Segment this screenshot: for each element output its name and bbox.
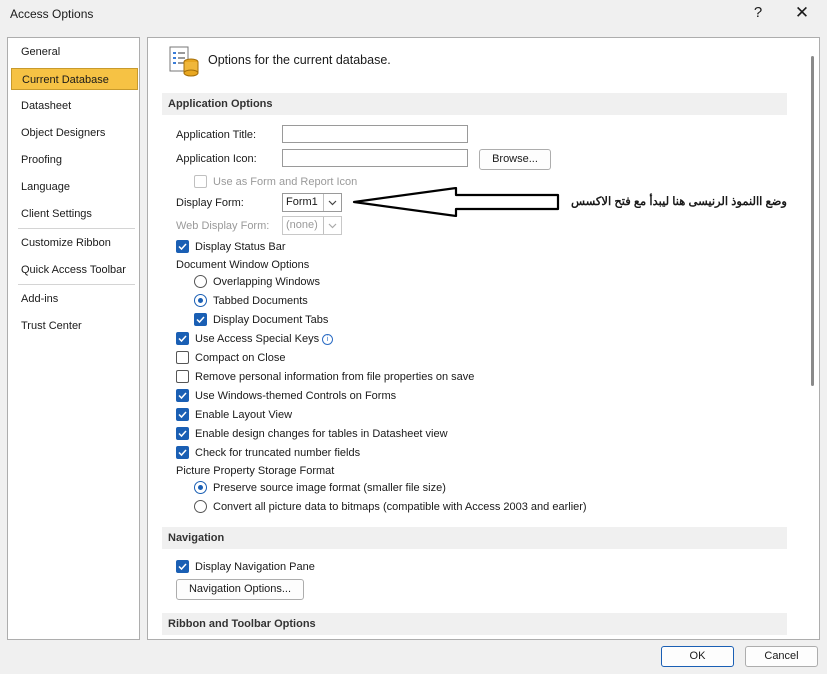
title-bar: Access Options ? ✕ <box>0 0 827 30</box>
sidebar-item-client-settings[interactable]: Client Settings <box>11 203 138 225</box>
preserve-source-radio[interactable] <box>194 481 207 494</box>
enable-design-changes-label: Enable design changes for tables in Data… <box>195 428 448 440</box>
use-access-special-keys-label: Use Access Special Keys <box>195 333 320 345</box>
navigation-options-button[interactable]: Navigation Options... <box>176 579 304 600</box>
app-icon-label: Application Icon: <box>176 153 257 165</box>
sidebar-item-current-database[interactable]: Current Database <box>11 68 138 90</box>
use-access-special-keys-row: Use Access Special Keys i <box>195 333 334 345</box>
app-title-input[interactable] <box>282 125 468 143</box>
web-display-form-select[interactable]: (none) <box>282 216 342 235</box>
app-icon-input[interactable] <box>282 149 468 167</box>
sidebar-divider <box>18 228 135 229</box>
web-display-form-value: (none) <box>286 219 318 231</box>
sidebar-item-trust-center[interactable]: Trust Center <box>11 315 138 337</box>
convert-all-radio[interactable] <box>194 500 207 513</box>
section-application-options: Application Options <box>162 93 787 115</box>
sidebar-item-customize-ribbon[interactable]: Customize Ribbon <box>11 232 138 254</box>
section-navigation: Navigation <box>162 527 787 549</box>
enable-layout-view-checkbox[interactable] <box>176 408 189 421</box>
help-icon[interactable]: ? <box>750 4 766 21</box>
check-truncated-label: Check for truncated number fields <box>195 447 361 459</box>
sidebar-divider <box>18 284 135 285</box>
use-windows-themed-label: Use Windows-themed Controls on Forms <box>195 390 397 402</box>
doc-window-options-label: Document Window Options <box>176 259 310 271</box>
browse-button[interactable]: Browse... <box>479 149 551 170</box>
display-nav-pane-checkbox[interactable] <box>176 560 189 573</box>
overlapping-windows-label: Overlapping Windows <box>213 276 320 288</box>
sidebar-item-general[interactable]: General <box>11 41 138 63</box>
compact-on-close-checkbox[interactable] <box>176 351 189 364</box>
convert-all-label: Convert all picture data to bitmaps (com… <box>213 501 587 513</box>
app-title-label: Application Title: <box>176 129 257 141</box>
cancel-button[interactable]: Cancel <box>745 646 818 667</box>
web-display-form-label: Web Display Form: <box>176 220 270 232</box>
overlapping-windows-radio[interactable] <box>194 275 207 288</box>
check-truncated-checkbox[interactable] <box>176 446 189 459</box>
database-options-icon <box>169 46 199 77</box>
section-ribbon-toolbar: Ribbon and Toolbar Options <box>162 613 787 635</box>
vertical-scrollbar[interactable] <box>811 56 814 386</box>
remove-personal-info-label: Remove personal information from file pr… <box>195 371 475 383</box>
display-status-bar-label: Display Status Bar <box>195 241 286 253</box>
close-icon[interactable]: ✕ <box>794 3 810 23</box>
use-access-special-keys-checkbox[interactable] <box>176 332 189 345</box>
display-form-select[interactable]: Form1 <box>282 193 342 212</box>
options-sidebar: General Current Database Datasheet Objec… <box>7 37 140 640</box>
chevron-down-icon[interactable] <box>323 217 341 234</box>
chevron-down-icon[interactable] <box>323 194 341 211</box>
sidebar-item-datasheet[interactable]: Datasheet <box>11 95 138 117</box>
use-windows-themed-checkbox[interactable] <box>176 389 189 402</box>
use-as-form-icon-checkbox[interactable] <box>194 175 207 188</box>
tabbed-documents-label: Tabbed Documents <box>213 295 308 307</box>
enable-layout-view-label: Enable Layout View <box>195 409 293 421</box>
enable-design-changes-checkbox[interactable] <box>176 427 189 440</box>
display-document-tabs-checkbox[interactable] <box>194 313 207 326</box>
annotation-text: وضع االنموذ الرنيسى هنا ليبدأ مع فتح الا… <box>571 196 787 208</box>
annotation-arrow-icon <box>352 187 560 217</box>
preserve-source-label: Preserve source image format (smaller fi… <box>213 482 446 494</box>
info-icon[interactable]: i <box>322 334 334 345</box>
use-as-form-icon-label: Use as Form and Report Icon <box>213 176 358 188</box>
sidebar-item-language[interactable]: Language <box>11 176 138 198</box>
sidebar-item-quick-access-toolbar[interactable]: Quick Access Toolbar <box>11 259 138 281</box>
display-nav-pane-label: Display Navigation Pane <box>195 561 315 573</box>
page-heading: Options for the current database. <box>208 53 391 67</box>
compact-on-close-label: Compact on Close <box>195 352 286 364</box>
display-status-bar-checkbox[interactable] <box>176 240 189 253</box>
sidebar-item-proofing[interactable]: Proofing <box>11 149 138 171</box>
display-form-label: Display Form: <box>176 197 244 209</box>
ok-button[interactable]: OK <box>661 646 734 667</box>
sidebar-item-object-designers[interactable]: Object Designers <box>11 122 138 144</box>
window-title: Access Options <box>10 7 94 21</box>
options-content: Options for the current database. Applic… <box>147 37 820 640</box>
picture-storage-format-label: Picture Property Storage Format <box>176 465 335 477</box>
display-document-tabs-label: Display Document Tabs <box>213 314 329 326</box>
remove-personal-info-checkbox[interactable] <box>176 370 189 383</box>
sidebar-item-add-ins[interactable]: Add-ins <box>11 288 138 310</box>
tabbed-documents-radio[interactable] <box>194 294 207 307</box>
display-form-value: Form1 <box>286 196 318 208</box>
